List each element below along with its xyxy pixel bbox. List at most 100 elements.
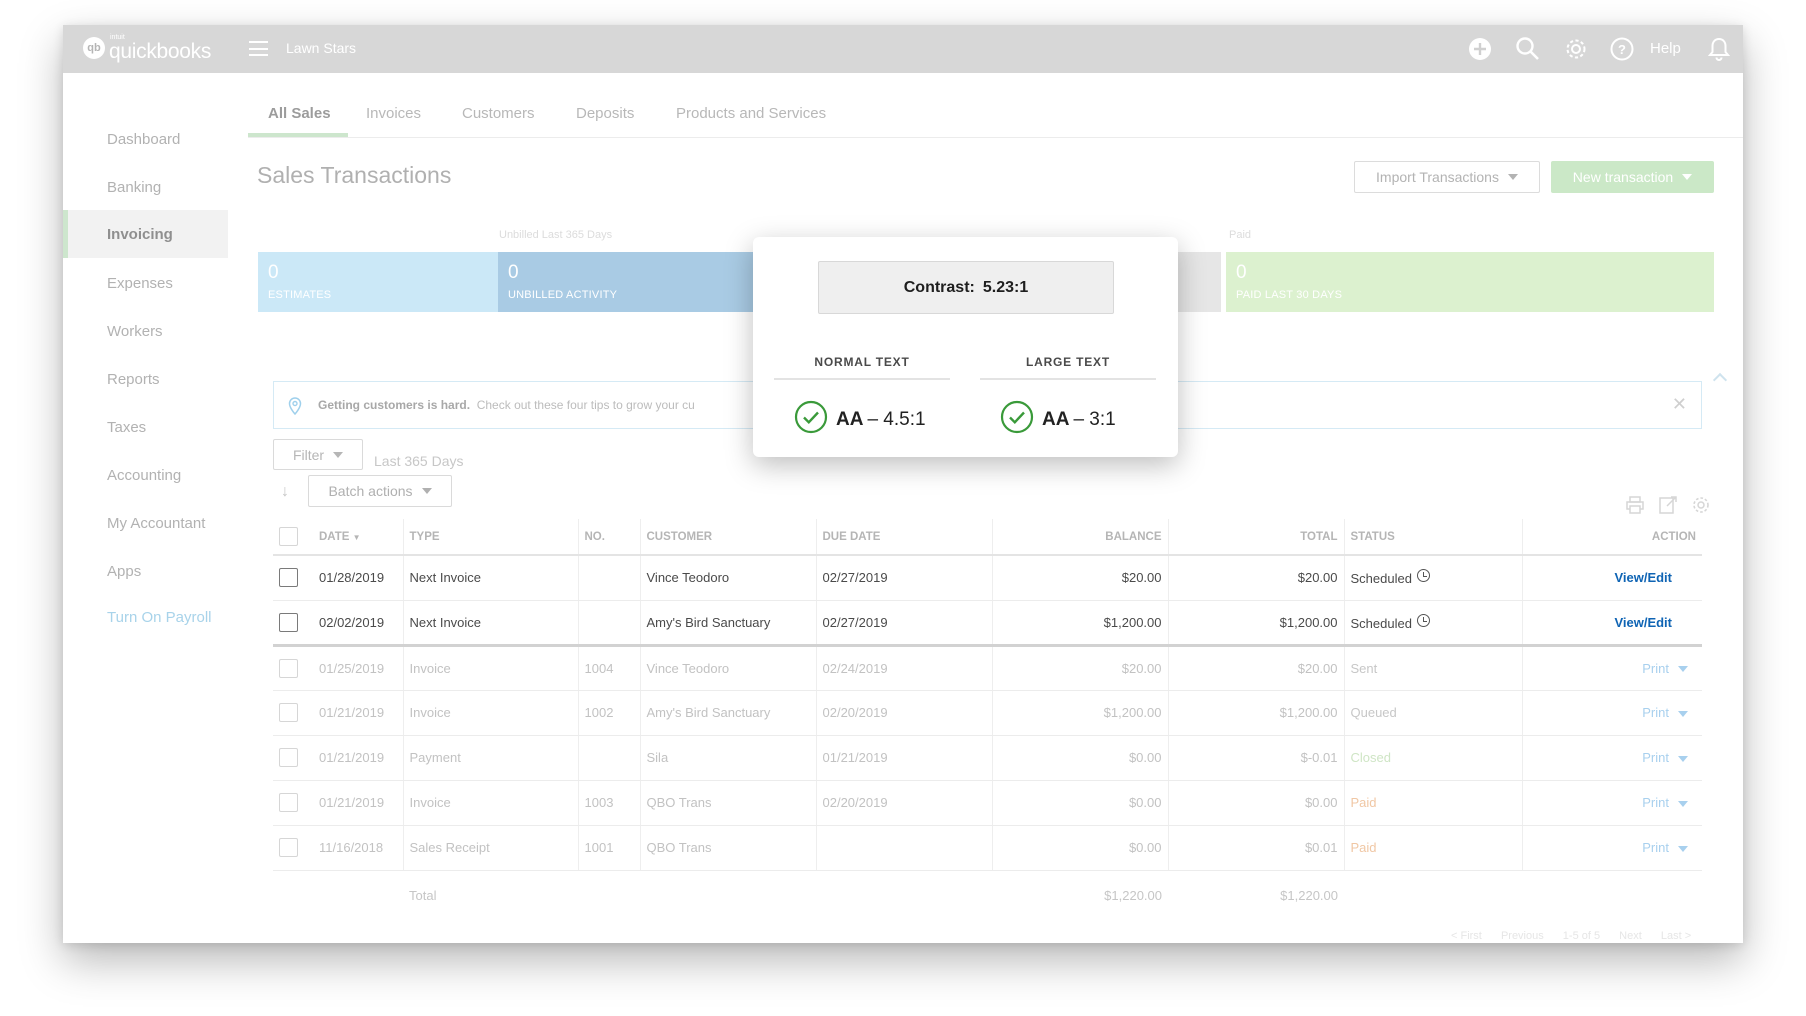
col-type[interactable]: TYPE (403, 519, 579, 556)
estimates-tile[interactable]: 0 ESTIMATES (258, 252, 498, 312)
table-settings-gear-icon[interactable] (1691, 495, 1713, 515)
hamburger-menu-icon[interactable] (249, 41, 268, 56)
search-icon[interactable] (1515, 36, 1541, 62)
row-type: Payment (403, 735, 579, 781)
gear-icon[interactable] (1563, 36, 1589, 62)
row-date: 01/21/2019 (313, 735, 404, 781)
chevron-down-icon[interactable] (1678, 800, 1688, 807)
tab-invoices[interactable]: Invoices (366, 105, 421, 122)
tab-all-sales[interactable]: All Sales (268, 105, 331, 122)
sidebar-item-my-accountant[interactable]: My Accountant (107, 515, 205, 532)
sidebar-item-reports[interactable]: Reports (107, 371, 160, 388)
print-link[interactable]: Print (1642, 750, 1669, 765)
sidebar-item-expenses[interactable]: Expenses (107, 275, 173, 292)
logo-name-text: quickbooks (109, 40, 212, 63)
row-checkbox[interactable] (279, 658, 298, 678)
table-row[interactable]: 01/21/2019 Invoice 1003 QBO Trans 02/20/… (273, 780, 1702, 826)
sidebar-item-apps[interactable]: Apps (107, 563, 141, 580)
print-link[interactable]: Print (1642, 705, 1669, 720)
row-due-date: 02/20/2019 (816, 780, 993, 826)
sidebar-item-accounting[interactable]: Accounting (107, 467, 181, 484)
select-all-checkbox[interactable] (279, 527, 298, 546)
banner-bold-text: Getting customers is hard. (318, 398, 471, 412)
row-checkbox[interactable] (279, 793, 298, 812)
chevron-down-icon (1507, 174, 1518, 180)
sidebar-item-invoicing[interactable]: Invoicing (107, 226, 173, 243)
pager-range: 1-5 of 5 (1562, 930, 1601, 942)
row-checkbox-cell[interactable] (273, 735, 313, 781)
export-icon[interactable] (1658, 495, 1680, 515)
pager-last[interactable]: Last > (1661, 930, 1691, 942)
pager-next[interactable]: Next (1619, 930, 1642, 942)
tab-customers[interactable]: Customers (462, 105, 535, 122)
turn-on-payroll-link[interactable]: Turn On Payroll (107, 609, 211, 626)
col-no[interactable]: NO. (578, 519, 641, 556)
filter-button[interactable]: Filter (273, 439, 363, 470)
new-transaction-button[interactable]: New transaction (1551, 161, 1714, 193)
col-due-date[interactable]: DUE DATE (816, 519, 993, 556)
import-transactions-button[interactable]: Import Transactions (1354, 161, 1540, 193)
select-all-cell[interactable] (273, 519, 313, 556)
sidebar-item-taxes[interactable]: Taxes (107, 419, 146, 436)
table-row[interactable]: 01/21/2019 Invoice 1002 Amy's Bird Sanct… (273, 690, 1702, 736)
location-pin-icon (288, 397, 302, 420)
sort-arrow-icon[interactable]: ↓ (281, 483, 289, 501)
col-date-label: DATE (319, 530, 350, 543)
print-link[interactable]: Print (1642, 840, 1669, 855)
row-checkbox[interactable] (279, 612, 298, 632)
table-row[interactable]: 01/25/2019 Invoice 1004 Vince Teodoro 02… (273, 645, 1702, 691)
tab-deposits[interactable]: Deposits (576, 105, 634, 122)
print-icon[interactable] (1625, 495, 1647, 515)
row-no (578, 735, 641, 781)
row-checkbox-cell[interactable] (273, 555, 313, 601)
row-action-cell: Print (1522, 780, 1702, 826)
row-due-date: 02/24/2019 (816, 645, 993, 691)
table-row[interactable]: 02/02/2019 Next Invoice Amy's Bird Sanct… (273, 600, 1702, 647)
row-checkbox[interactable] (279, 838, 298, 857)
close-icon[interactable]: ✕ (1672, 394, 1687, 415)
pager-first[interactable]: < First (1451, 930, 1482, 942)
print-link[interactable]: Print (1642, 795, 1669, 810)
row-checkbox[interactable] (279, 748, 298, 767)
tab-products-and-services[interactable]: Products and Services (676, 105, 826, 122)
row-checkbox-cell[interactable] (273, 645, 313, 691)
col-balance[interactable]: BALANCE (992, 519, 1169, 556)
table-row[interactable]: 01/28/2019 Next Invoice Vince Teodoro 02… (273, 555, 1702, 601)
help-icon[interactable]: ? (1609, 36, 1635, 62)
row-checkbox[interactable] (279, 703, 298, 722)
view-edit-link[interactable]: View/Edit (1614, 615, 1672, 630)
col-customer[interactable]: CUSTOMER (640, 519, 817, 556)
chevron-down-icon[interactable] (1678, 845, 1688, 852)
row-action-cell: Print (1522, 735, 1702, 781)
unbilled-activity-tile[interactable]: 0 UNBILLED ACTIVITY (498, 252, 758, 312)
row-checkbox-cell[interactable] (273, 690, 313, 736)
row-total: $0.00 (1168, 780, 1345, 826)
view-edit-link[interactable]: View/Edit (1614, 570, 1672, 585)
row-checkbox-cell[interactable] (273, 780, 313, 826)
col-status[interactable]: STATUS (1344, 519, 1523, 556)
sidebar-item-dashboard[interactable]: Dashboard (107, 131, 180, 148)
plus-circle-icon[interactable] (1467, 36, 1493, 62)
print-link[interactable]: Print (1642, 661, 1669, 676)
row-balance: $0.00 (992, 735, 1169, 781)
table-row[interactable]: 11/16/2018 Sales Receipt 1001 QBO Trans … (273, 825, 1702, 871)
quickbooks-logo[interactable]: qb intuit quickbooks (83, 34, 211, 62)
estimates-count: 0 (268, 262, 279, 283)
col-date[interactable]: DATE ▼ (313, 519, 404, 556)
chevron-down-icon[interactable] (1678, 755, 1688, 762)
bell-icon[interactable] (1706, 36, 1732, 62)
collapse-chevron-up-icon[interactable] (1712, 372, 1728, 388)
chevron-down-icon[interactable] (1678, 666, 1688, 673)
sidebar-item-workers[interactable]: Workers (107, 323, 163, 340)
sidebar-item-banking[interactable]: Banking (107, 179, 161, 196)
batch-actions-button[interactable]: Batch actions (308, 475, 452, 507)
row-checkbox-cell[interactable] (273, 825, 313, 871)
chevron-down-icon[interactable] (1678, 710, 1688, 717)
paid-tile[interactable]: 0 PAID LAST 30 DAYS (1226, 252, 1714, 312)
pager-previous[interactable]: Previous (1501, 930, 1544, 942)
row-checkbox-cell[interactable] (273, 600, 313, 647)
col-total[interactable]: TOTAL (1168, 519, 1345, 556)
help-label[interactable]: Help (1650, 40, 1681, 57)
row-checkbox[interactable] (279, 568, 298, 588)
table-row[interactable]: 01/21/2019 Payment Sila 01/21/2019 $0.00… (273, 735, 1702, 781)
